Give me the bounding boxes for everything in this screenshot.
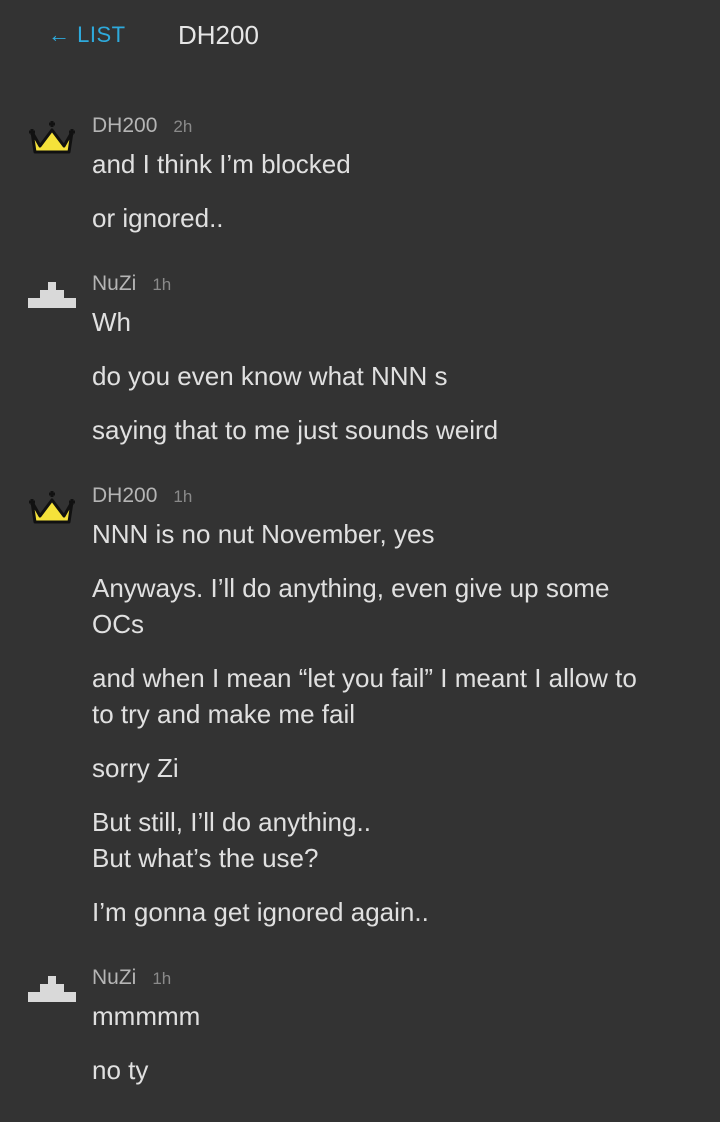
crown-icon[interactable] [26,116,78,156]
message-text: But still, I’ll do anything.. But what’s… [92,807,371,873]
author-row: NuZi 1h [92,964,696,992]
message-text: I’m gonna get ignored again.. [92,897,429,927]
author-name[interactable]: NuZi [92,272,136,295]
message-text: NNN is no nut November, yes [92,519,435,549]
message-text: and I think I’m blocked [92,149,351,179]
message-group: NuZi 1h Wh do you even know what NNN s sa… [0,270,720,448]
author-name[interactable]: DH200 [92,484,157,507]
pyramid-icon[interactable] [26,274,78,314]
message-group: NuZi 1h mmmmm no ty [0,964,720,1088]
crown-icon[interactable] [26,486,78,526]
timestamp: 1h [152,969,172,988]
message-text: sorry Zi [92,753,179,783]
message-text: do you even know what NNN s [92,361,448,391]
message-text: Anyways. I’ll do anything, even give up … [92,573,610,639]
pyramid-icon[interactable] [26,968,78,1008]
back-to-list-link[interactable]: ← LIST [48,22,126,48]
timestamp: 1h [152,275,172,294]
author-row: DH200 2h [92,112,696,140]
message-text: no ty [92,1055,149,1085]
message-text: and when I mean “let you fail” I meant I… [92,663,637,729]
author-row: DH200 1h [92,482,696,510]
timestamp: 2h [173,117,193,136]
message-text: mmmmm [92,1001,201,1031]
author-name[interactable]: NuZi [92,966,136,989]
thread-title: DH200 [178,20,259,50]
message-text: saying that to me just sounds weird [92,415,499,445]
author-name[interactable]: DH200 [92,114,157,137]
timestamp: 1h [173,487,193,506]
message-text: or ignored.. [92,203,224,233]
message-group: DH200 1h NNN is no nut November, yes Anyw… [0,482,720,930]
message-list: DH200 2h and I think I’m blocked or ignor… [0,112,720,1122]
message-text: Wh [92,307,131,337]
message-group: DH200 2h and I think I’m blocked or ignor… [0,112,720,236]
chat-header: ← LIST DH200 [0,0,720,70]
author-row: NuZi 1h [92,270,696,298]
